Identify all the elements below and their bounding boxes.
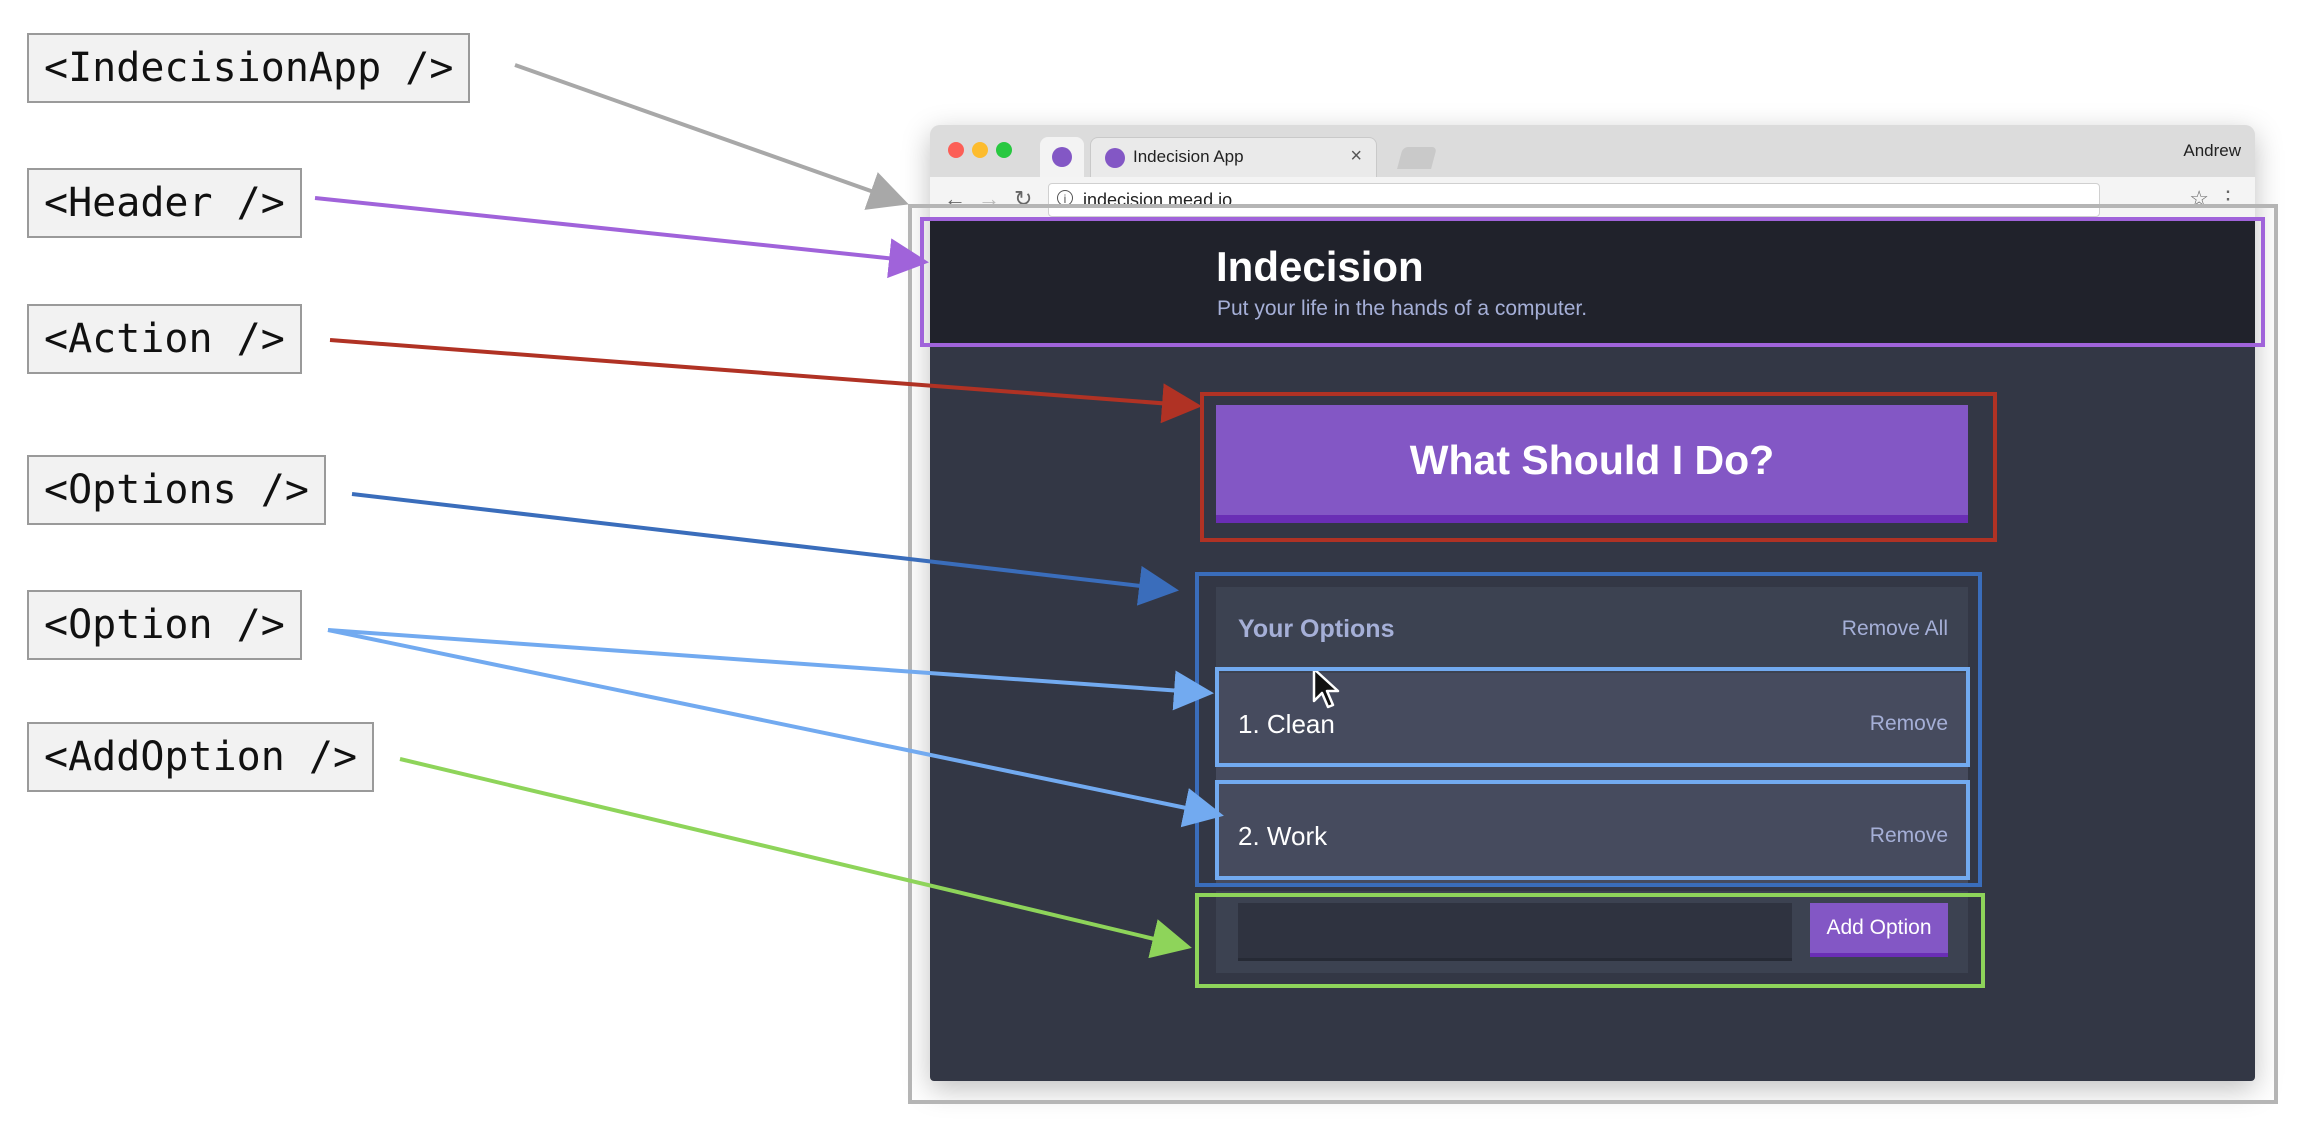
tab-close-icon[interactable]: × <box>1350 145 1362 168</box>
profile-name[interactable]: Andrew <box>2183 141 2241 161</box>
label-option: <Option /> <box>27 590 302 660</box>
close-window-button[interactable] <box>948 142 964 158</box>
favicon-icon <box>1105 148 1125 168</box>
option-highlight <box>1215 780 1970 880</box>
action-highlight <box>1200 392 1997 542</box>
label-options: <Options /> <box>27 455 326 525</box>
label-add-option: <AddOption /> <box>27 722 375 792</box>
label-header: <Header /> <box>27 168 302 238</box>
pinned-tab[interactable] <box>1040 137 1084 177</box>
header-highlight <box>920 217 2265 347</box>
label-action: <Action /> <box>27 304 302 374</box>
arrow-header <box>314 196 929 279</box>
label-indecision-app: <IndecisionApp /> <box>27 33 471 103</box>
arrow-indecision-app <box>514 63 909 210</box>
maximize-window-button[interactable] <box>996 142 1012 158</box>
tab-bar: Indecision App × Andrew <box>930 125 2255 178</box>
minimize-window-button[interactable] <box>972 142 988 158</box>
favicon-icon <box>1052 147 1072 167</box>
new-tab-button[interactable] <box>1397 147 1437 169</box>
tab-title: Indecision App <box>1133 147 1244 166</box>
add-option-highlight <box>1195 893 1985 988</box>
tab-indecision-app[interactable]: Indecision App × <box>1090 137 1377 178</box>
option-highlight <box>1215 667 1970 767</box>
